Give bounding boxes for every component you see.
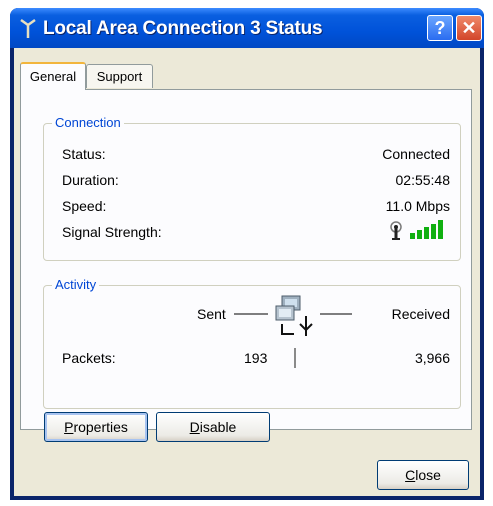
tab-support[interactable]: Support (86, 64, 153, 88)
disable-button[interactable]: Disable (156, 412, 270, 442)
properties-button[interactable]: Properties (44, 412, 148, 442)
wireless-signal-strength-icon (390, 220, 443, 240)
window-title: Local Area Connection 3 Status (43, 18, 323, 39)
sent-label: Sent (197, 306, 226, 322)
received-label: Received (391, 306, 450, 322)
signal-bar (410, 233, 415, 239)
signal-bar (438, 220, 443, 239)
packets-received-value: 3,966 (414, 350, 450, 366)
title-bar[interactable]: Local Area Connection 3 Status ? ✕ (10, 8, 484, 48)
packets-label: Packets: (62, 350, 116, 366)
disable-label: isable (199, 419, 237, 435)
packets-sent-value: 193 (244, 350, 268, 366)
close-window-button[interactable]: ✕ (456, 15, 482, 41)
antenna-icon (390, 221, 402, 240)
signal-bar (417, 230, 422, 239)
disable-mnemonic: D (189, 419, 200, 435)
connection-group: Connection Status: Connected Duration: 0… (43, 115, 461, 261)
activity-group: Activity Sent Received Packets: 193 3,96… (43, 277, 461, 409)
speed-value: 11.0 Mbps (385, 198, 450, 214)
network-computers-icon (234, 295, 352, 336)
dialog-window: Local Area Connection 3 Status ? ✕ Gener… (10, 8, 484, 500)
connection-group-title: Connection (52, 115, 124, 130)
wireless-connection-icon (20, 18, 36, 38)
signal-bar (431, 224, 436, 239)
general-tab-panel: Connection Status: Connected Duration: 0… (20, 89, 472, 430)
close-button[interactable]: Close (377, 460, 469, 490)
close-label: lose (415, 467, 441, 483)
status-value: Connected (382, 146, 450, 162)
activity-divider (294, 348, 296, 368)
close-mnemonic: C (405, 467, 416, 483)
status-label: Status: (62, 146, 106, 162)
dialog-client-area: General Support Connection Status: Conne… (14, 48, 480, 496)
signal-strength-label: Signal Strength: (62, 224, 162, 240)
tab-general[interactable]: General (20, 62, 86, 90)
signal-bar (424, 227, 429, 239)
properties-label: roperties (73, 419, 128, 435)
speed-label: Speed: (62, 198, 107, 214)
help-button[interactable]: ? (427, 15, 453, 41)
activity-group-title: Activity (52, 277, 100, 292)
duration-value: 02:55:48 (395, 172, 451, 188)
duration-label: Duration: (62, 172, 119, 188)
